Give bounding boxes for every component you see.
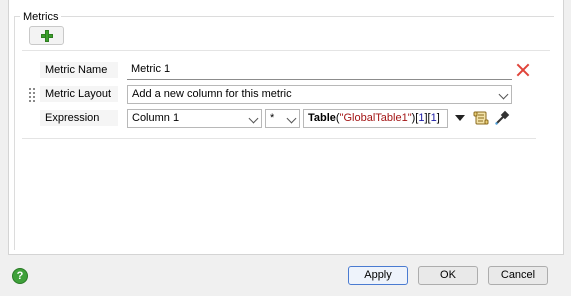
red-x-icon[interactable] bbox=[516, 63, 530, 77]
metrics-group-title: Metrics bbox=[20, 11, 62, 23]
ok-button[interactable]: OK bbox=[418, 266, 478, 285]
triangle-down-icon[interactable] bbox=[455, 115, 465, 121]
add-metric-button[interactable] bbox=[29, 26, 64, 45]
cancel-button[interactable]: Cancel bbox=[488, 266, 548, 285]
chevron-down-icon bbox=[498, 89, 509, 100]
script-scroll-icon[interactable] bbox=[473, 110, 489, 126]
eyedropper-icon[interactable] bbox=[494, 110, 510, 126]
chevron-down-icon bbox=[286, 113, 297, 124]
separator bbox=[22, 50, 550, 51]
column-value: Column 1 bbox=[132, 112, 180, 124]
drag-handle-icon[interactable] bbox=[29, 88, 35, 102]
column-select[interactable]: Column 1 bbox=[127, 109, 262, 128]
metric-layout-select[interactable]: Add a new column for this metric bbox=[127, 85, 512, 104]
metric-name-label: Metric Name bbox=[40, 62, 118, 78]
metric-layout-value: Add a new column for this metric bbox=[132, 88, 292, 100]
help-icon[interactable]: ? bbox=[12, 268, 28, 284]
operator-select[interactable]: * bbox=[265, 109, 300, 128]
chevron-down-icon bbox=[248, 113, 259, 124]
apply-button[interactable]: Apply bbox=[348, 266, 408, 285]
operator-value: * bbox=[270, 112, 275, 124]
expression-editor[interactable]: Table("GlobalTable1")[1][1] bbox=[303, 109, 448, 128]
metric-name-input[interactable]: Metric 1 bbox=[127, 61, 512, 80]
expression-label: Expression bbox=[40, 110, 118, 126]
metric-layout-label: Metric Layout bbox=[40, 86, 118, 102]
